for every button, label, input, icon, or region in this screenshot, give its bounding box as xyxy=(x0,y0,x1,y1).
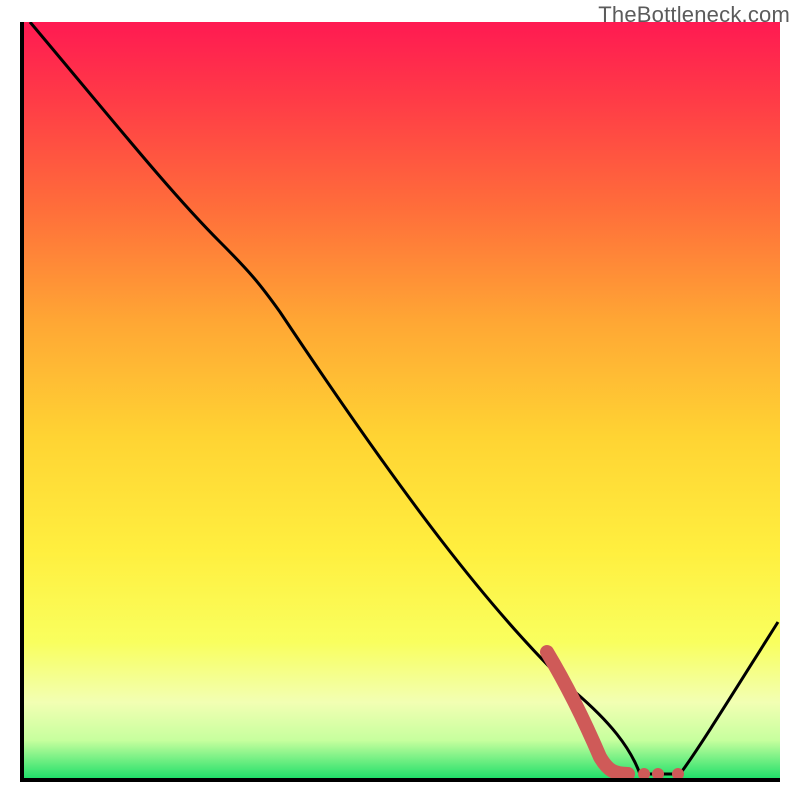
chart-frame: TheBottleneck.com xyxy=(0,0,800,800)
axes xyxy=(20,22,780,782)
